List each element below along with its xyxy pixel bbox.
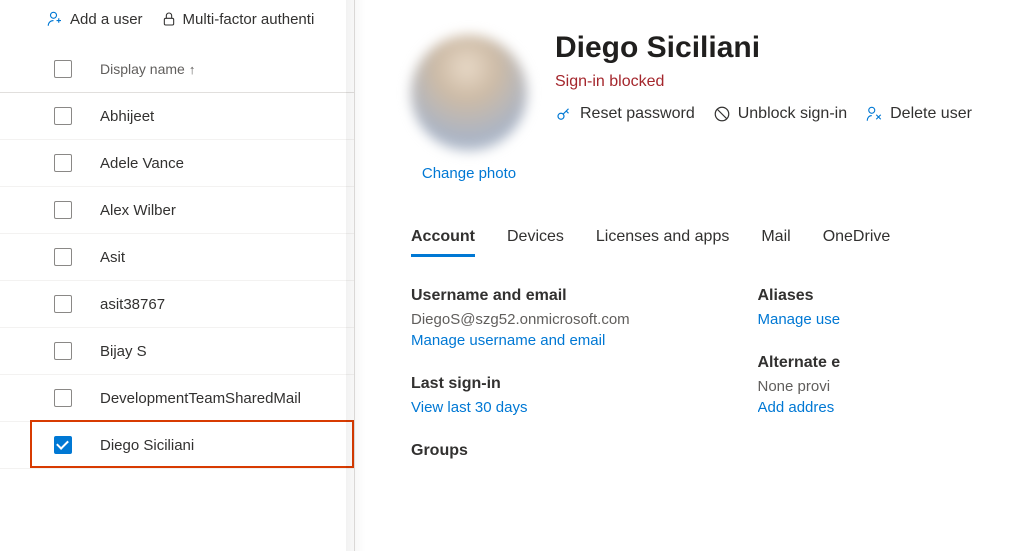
- manage-username-link[interactable]: Manage username and email: [411, 332, 605, 349]
- row-display-name: Diego Siciliani: [100, 437, 194, 454]
- unblock-signin-button[interactable]: Unblock sign-in: [713, 105, 847, 123]
- tab-mail[interactable]: Mail: [761, 228, 790, 257]
- reset-password-button[interactable]: Reset password: [555, 105, 695, 123]
- row-checkbox[interactable]: [54, 201, 72, 219]
- section-title: Alternate e: [758, 354, 1024, 372]
- row-display-name: Asit: [100, 249, 125, 266]
- alternate-value: None provi: [758, 378, 1024, 395]
- view-last-30-link[interactable]: View last 30 days: [411, 399, 527, 416]
- user-detail-panel: Change photo Diego Siciliani Sign-in blo…: [355, 0, 1024, 551]
- change-photo-link[interactable]: Change photo: [422, 165, 516, 182]
- row-checkbox[interactable]: [54, 295, 72, 313]
- section-title: Last sign-in: [411, 375, 678, 393]
- table-row[interactable]: Adele Vance: [0, 140, 354, 187]
- mfa-button[interactable]: Multi-factor authenti: [161, 11, 315, 28]
- prohibited-icon: [713, 105, 731, 123]
- row-checkbox[interactable]: [54, 107, 72, 125]
- page-title: Diego Siciliani: [555, 31, 972, 65]
- row-display-name: Abhijeet: [100, 108, 154, 125]
- row-checkbox[interactable]: [54, 154, 72, 172]
- tab-licenses-and-apps[interactable]: Licenses and apps: [596, 228, 729, 257]
- table-row[interactable]: asit38767: [0, 281, 354, 328]
- manage-aliases-link[interactable]: Manage use: [758, 311, 841, 328]
- column-header-displayname[interactable]: Display name ↑: [100, 61, 195, 77]
- select-all-checkbox[interactable]: [54, 60, 72, 78]
- table-row[interactable]: Alex Wilber: [0, 187, 354, 234]
- row-checkbox[interactable]: [54, 248, 72, 266]
- user-list-panel: Add a user Multi-factor authenti Display…: [0, 0, 355, 551]
- username-value: DiegoS@szg52.onmicrosoft.com: [411, 311, 678, 328]
- section-title: Groups: [411, 442, 678, 460]
- section-username-email: Username and email DiegoS@szg52.onmicros…: [411, 287, 678, 351]
- status-badge: Sign-in blocked: [555, 73, 972, 91]
- section-aliases: Aliases Manage use: [758, 287, 1024, 330]
- avatar: [411, 35, 527, 151]
- lock-icon: [161, 11, 177, 27]
- tab-account[interactable]: Account: [411, 228, 475, 257]
- user-list: Abhijeet Adele Vance Alex Wilber Asit asit38…: [0, 93, 354, 469]
- section-alternate-email: Alternate e None provi Add addres: [758, 354, 1024, 418]
- table-row[interactable]: DevelopmentTeamSharedMail: [0, 375, 354, 422]
- row-display-name: DevelopmentTeamSharedMail: [100, 390, 301, 407]
- table-row[interactable]: Asit: [0, 234, 354, 281]
- delete-user-button[interactable]: Delete user: [865, 105, 972, 123]
- table-row[interactable]: Bijay S: [0, 328, 354, 375]
- section-title: Aliases: [758, 287, 1024, 305]
- add-user-button[interactable]: Add a user: [46, 10, 143, 28]
- row-display-name: Bijay S: [100, 343, 147, 360]
- section-title: Username and email: [411, 287, 678, 305]
- table-row[interactable]: Diego Siciliani: [0, 422, 354, 469]
- table-header: Display name ↑: [0, 38, 354, 93]
- tab-onedrive[interactable]: OneDrive: [823, 228, 891, 257]
- add-address-link[interactable]: Add addres: [758, 399, 835, 416]
- add-user-label: Add a user: [70, 11, 143, 28]
- table-row[interactable]: Abhijeet: [0, 93, 354, 140]
- toolbar: Add a user Multi-factor authenti: [0, 0, 354, 38]
- sort-ascending-icon: ↑: [189, 62, 196, 77]
- row-display-name: Alex Wilber: [100, 202, 176, 219]
- tab-bar: Account Devices Licenses and apps Mail OneDr…: [411, 228, 1024, 257]
- row-checkbox[interactable]: [54, 342, 72, 360]
- key-icon: [555, 105, 573, 123]
- row-checkbox[interactable]: [54, 436, 72, 454]
- row-display-name: Adele Vance: [100, 155, 184, 172]
- row-checkbox[interactable]: [54, 389, 72, 407]
- user-delete-icon: [865, 105, 883, 123]
- row-display-name: asit38767: [100, 296, 165, 313]
- mfa-label: Multi-factor authenti: [183, 11, 315, 28]
- section-last-signin: Last sign-in View last 30 days: [411, 375, 678, 418]
- tab-devices[interactable]: Devices: [507, 228, 564, 257]
- section-groups: Groups: [411, 442, 678, 460]
- user-plus-icon: [46, 10, 64, 28]
